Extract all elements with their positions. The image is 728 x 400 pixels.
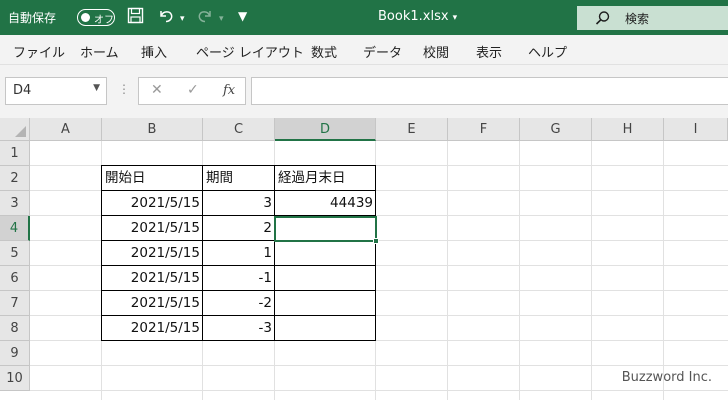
spreadsheet-grid: A B C D E F G H I 1 2 3 4 5 6 7 8 9 10 開… bbox=[0, 118, 728, 400]
gridline bbox=[591, 141, 592, 400]
formula-input[interactable] bbox=[251, 77, 728, 105]
redo-icon[interactable] bbox=[196, 7, 214, 27]
search-icon bbox=[595, 10, 611, 30]
cancel-icon[interactable]: ✕ bbox=[151, 82, 163, 98]
tab-formulas[interactable]: 数式 bbox=[311, 42, 337, 61]
row-header-10[interactable]: 10 bbox=[0, 366, 30, 391]
search-box[interactable]: 検索 bbox=[577, 6, 728, 30]
table-border bbox=[375, 165, 376, 341]
gridline bbox=[30, 390, 728, 391]
cell-c5[interactable]: 1 bbox=[203, 241, 274, 266]
cell-d3[interactable]: 44439 bbox=[275, 191, 375, 216]
row-header-4[interactable]: 4 bbox=[0, 216, 30, 241]
tab-home[interactable]: ホーム bbox=[80, 42, 119, 61]
row-header-1[interactable]: 1 bbox=[0, 141, 30, 166]
cell-b2[interactable]: 開始日 bbox=[102, 166, 202, 191]
name-box[interactable]: D4 ▼ bbox=[5, 77, 107, 105]
row-header-9[interactable]: 9 bbox=[0, 341, 30, 366]
row-header-3[interactable]: 3 bbox=[0, 191, 30, 216]
row-header-5[interactable]: 5 bbox=[0, 241, 30, 266]
active-cell-selection[interactable] bbox=[274, 216, 377, 242]
name-box-dropdown-icon[interactable]: ▼ bbox=[93, 83, 100, 93]
save-icon[interactable] bbox=[127, 7, 144, 27]
cell-b4[interactable]: 2021/5/15 bbox=[102, 216, 202, 241]
row-header-6[interactable]: 6 bbox=[0, 266, 30, 291]
column-header-e[interactable]: E bbox=[376, 118, 448, 141]
select-all-button[interactable] bbox=[0, 118, 30, 141]
cell-c7[interactable]: -2 bbox=[203, 291, 274, 316]
select-all-icon bbox=[15, 126, 26, 137]
column-header-b[interactable]: B bbox=[102, 118, 203, 141]
column-header-i[interactable]: I bbox=[664, 118, 728, 141]
tab-data[interactable]: データ bbox=[363, 42, 402, 61]
row-header-7[interactable]: 7 bbox=[0, 291, 30, 316]
column-header-f[interactable]: F bbox=[448, 118, 520, 141]
cell-b8[interactable]: 2021/5/15 bbox=[102, 316, 202, 341]
tab-help[interactable]: ヘルプ bbox=[528, 42, 567, 61]
gridline bbox=[519, 141, 520, 400]
watermark: Buzzword Inc. bbox=[621, 370, 712, 385]
autosave-label: 自動保存 bbox=[8, 11, 57, 25]
insert-function-icon[interactable]: fx bbox=[223, 83, 235, 98]
cell-b3[interactable]: 2021/5/15 bbox=[102, 191, 202, 216]
gridline bbox=[30, 365, 728, 366]
gridline bbox=[447, 141, 448, 400]
cell-c2[interactable]: 期間 bbox=[203, 166, 274, 191]
fill-handle[interactable] bbox=[373, 238, 379, 244]
cell-d2[interactable]: 経過月末日 bbox=[275, 166, 375, 191]
title-bar: 自動保存 オフ ▾ ▾ ▼ Book1.xlsx ▾ 検索 bbox=[0, 0, 728, 35]
cell-b6[interactable]: 2021/5/15 bbox=[102, 266, 202, 291]
gridline bbox=[663, 141, 664, 400]
tab-file[interactable]: ファイル bbox=[13, 42, 65, 61]
enter-icon[interactable]: ✓ bbox=[187, 82, 199, 98]
tab-view[interactable]: 表示 bbox=[476, 42, 502, 61]
cell-c8[interactable]: -3 bbox=[203, 316, 274, 341]
cell-b7[interactable]: 2021/5/15 bbox=[102, 291, 202, 316]
column-header-g[interactable]: G bbox=[520, 118, 592, 141]
tab-review[interactable]: 校閲 bbox=[423, 42, 449, 61]
undo-icon[interactable] bbox=[157, 7, 175, 27]
customize-qat-icon[interactable]: ▼ bbox=[238, 6, 247, 26]
tab-insert[interactable]: 挿入 bbox=[141, 42, 167, 61]
cell-b5[interactable]: 2021/5/15 bbox=[102, 241, 202, 266]
more-options-icon[interactable]: ⋮ bbox=[118, 82, 130, 96]
column-header-h[interactable]: H bbox=[592, 118, 664, 141]
row-header-8[interactable]: 8 bbox=[0, 316, 30, 341]
toggle-knob bbox=[81, 13, 90, 22]
name-box-value: D4 bbox=[13, 83, 32, 98]
formula-bar-area: D4 ▼ ⋮ ✕ ✓ fx bbox=[0, 65, 728, 118]
row-header-2[interactable]: 2 bbox=[0, 166, 30, 191]
ribbon-tabs: ファイル ホーム 挿入 ページ レイアウト 数式 データ 校閲 表示 ヘルプ bbox=[0, 35, 728, 65]
tab-page-layout[interactable]: ページ レイアウト bbox=[196, 42, 304, 61]
undo-dropdown-icon[interactable]: ▾ bbox=[180, 9, 185, 29]
formula-buttons: ✕ ✓ fx bbox=[138, 77, 246, 105]
column-header-c[interactable]: C bbox=[203, 118, 275, 141]
search-label: 検索 bbox=[625, 12, 650, 26]
autosave-toggle[interactable]: オフ bbox=[77, 9, 115, 26]
cell-c3[interactable]: 3 bbox=[203, 191, 274, 216]
cell-c4[interactable]: 2 bbox=[203, 216, 274, 241]
column-header-d[interactable]: D bbox=[275, 118, 376, 141]
column-header-a[interactable]: A bbox=[30, 118, 102, 141]
toggle-label: オフ bbox=[94, 15, 114, 26]
cell-c6[interactable]: -1 bbox=[203, 266, 274, 291]
redo-dropdown-icon[interactable]: ▾ bbox=[219, 9, 224, 29]
document-title[interactable]: Book1.xlsx ▾ bbox=[378, 9, 457, 24]
